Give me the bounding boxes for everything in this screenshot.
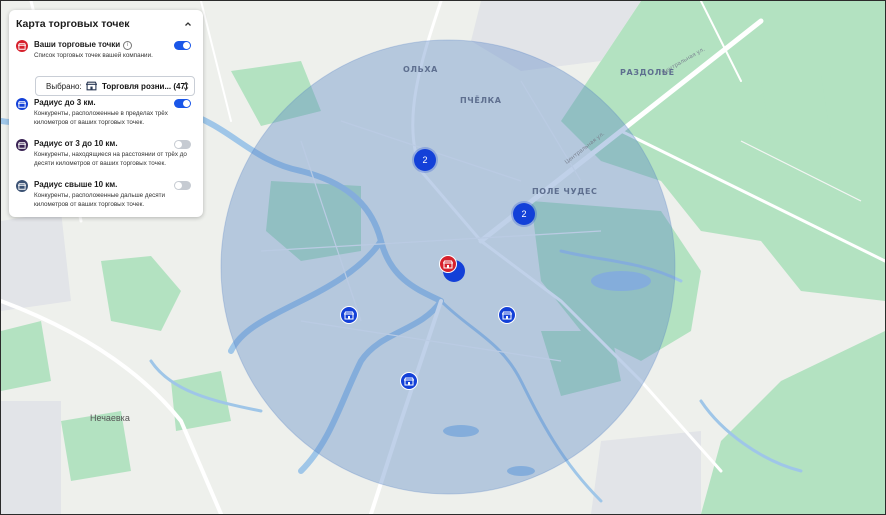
chevron-up-icon[interactable] <box>183 19 193 29</box>
cluster-marker[interactable]: 2 <box>513 203 535 225</box>
layer-toggle[interactable] <box>174 181 191 190</box>
map-label-olkha: ОЛЬХА <box>403 65 438 74</box>
chevron-updown-icon <box>183 81 189 91</box>
map-label-pole-chudes: ПОЛЕ ЧУДЕС <box>532 187 598 196</box>
store-icon <box>16 98 28 110</box>
layer-toggle[interactable] <box>174 140 191 149</box>
store-icon <box>443 260 453 268</box>
layer-toggle[interactable] <box>174 99 191 108</box>
store-icon <box>344 311 354 319</box>
info-icon[interactable]: i <box>123 41 133 50</box>
own-store-marker[interactable] <box>439 255 457 273</box>
competitor-marker[interactable] <box>400 372 418 390</box>
competitor-marker[interactable] <box>340 306 358 324</box>
select-value: Торговля розни... (47) <box>102 82 188 91</box>
layer-description: Конкуренты, расположенные дальше десяти … <box>34 192 166 208</box>
layer-radius-3-10km: Радиус от 3 до 10 км. Конкуренты, находя… <box>16 139 200 173</box>
store-icon <box>16 180 28 192</box>
legend-panel: Карта торговых точек Ваши торговые точки… <box>9 10 203 217</box>
store-icon <box>404 377 414 385</box>
own-points-title: Ваши торговые точки i <box>34 40 133 50</box>
store-type-select[interactable]: Выбрано: Торговля розни... (47) <box>35 76 195 96</box>
store-icon <box>502 311 512 319</box>
layer-radius-3km: Радиус до 3 км. Конкуренты, расположенны… <box>16 98 200 132</box>
store-icon <box>16 139 28 151</box>
map-label-nechaevka: Нечаевка <box>90 413 130 423</box>
map-frame[interactable]: ОЛЬХА ПЧЁЛКА РАЗДОЛЬЕ ПОЛЕ ЧУДЕС Нечаевк… <box>0 0 886 515</box>
layer-description: Конкуренты, находящиеся на расстоянии от… <box>34 151 187 167</box>
layer-radius-over-10km: Радиус свыше 10 км. Конкуренты, располож… <box>16 180 200 214</box>
layer-title: Радиус от 3 до 10 км. <box>34 139 118 148</box>
layer-title: Радиус свыше 10 км. <box>34 180 118 189</box>
store-icon <box>16 40 28 52</box>
layer-description: Конкуренты, расположенные в пределах трё… <box>34 110 168 126</box>
competitor-marker[interactable] <box>498 306 516 324</box>
own-points-toggle[interactable] <box>174 41 191 50</box>
select-label: Выбрано: <box>46 82 82 91</box>
store-icon <box>86 81 97 91</box>
own-points-description: Список торговых точек вашей компании. <box>34 52 153 59</box>
own-points-row: Ваши торговые точки i Список торговых точ… <box>16 40 200 70</box>
panel-title: Карта торговых точек <box>16 18 130 30</box>
map-label-pchelka: ПЧЁЛКА <box>460 96 502 105</box>
layer-title: Радиус до 3 км. <box>34 98 96 107</box>
cluster-marker[interactable]: 2 <box>414 149 436 171</box>
